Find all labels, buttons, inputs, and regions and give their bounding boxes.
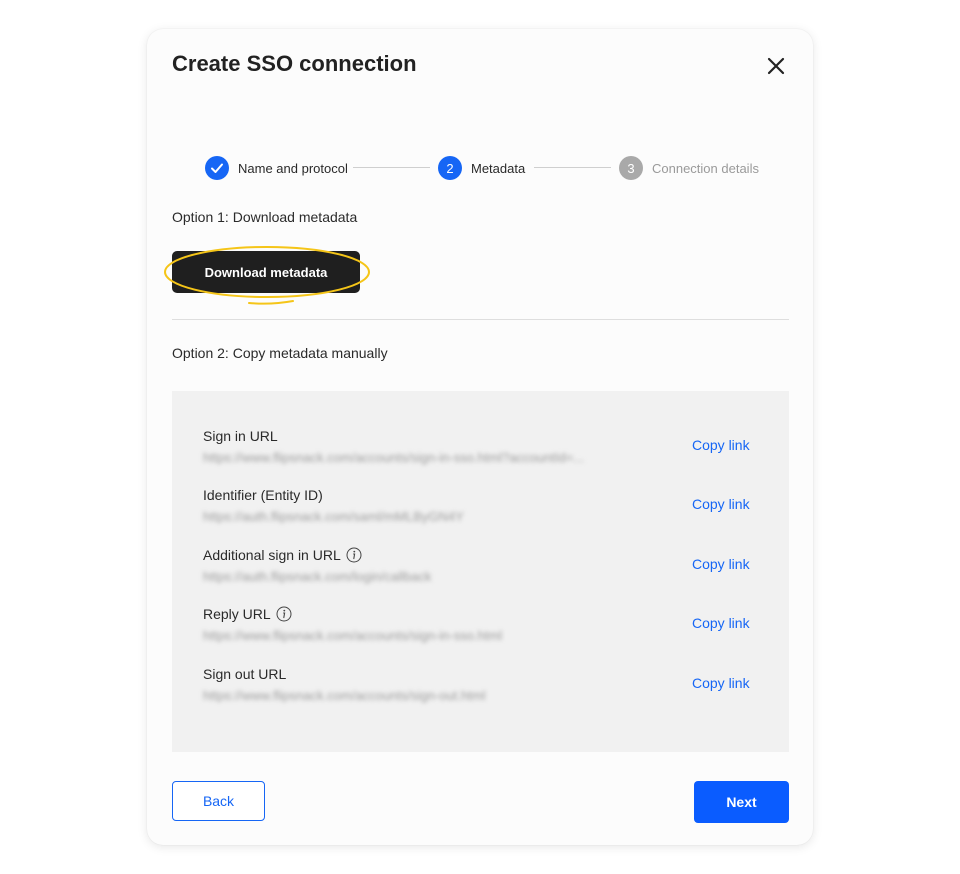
- copy-link-identifier[interactable]: Copy link: [692, 496, 750, 512]
- step-connector: [534, 167, 611, 168]
- metadata-label: Reply URL: [203, 606, 292, 622]
- close-button[interactable]: [763, 53, 789, 79]
- back-button[interactable]: Back: [172, 781, 265, 821]
- metadata-value: https://auth.flipsnack.com/login/callbac…: [203, 569, 432, 584]
- metadata-panel: Sign in URL https://www.flipsnack.com/ac…: [172, 391, 789, 752]
- step-metadata: 2 Metadata: [438, 155, 525, 181]
- metadata-label: Identifier (Entity ID): [203, 487, 323, 503]
- copy-link-sign-out-url[interactable]: Copy link: [692, 675, 750, 691]
- info-icon[interactable]: [276, 606, 292, 622]
- metadata-label-text: Reply URL: [203, 606, 271, 622]
- metadata-row-sign-out-url: Sign out URL https://www.flipsnack.com/a…: [203, 666, 763, 710]
- metadata-label-text: Identifier (Entity ID): [203, 487, 323, 503]
- metadata-value: https://www.flipsnack.com/accounts/sign-…: [203, 450, 585, 465]
- metadata-value: https://auth.flipsnack.com/saml/mMLByGN4…: [203, 509, 464, 524]
- step-3-circle: 3: [619, 156, 643, 180]
- metadata-row-additional-sign-in-url: Additional sign in URL https://auth.flip…: [203, 547, 763, 591]
- next-button[interactable]: Next: [694, 781, 789, 823]
- copy-link-reply-url[interactable]: Copy link: [692, 615, 750, 631]
- metadata-label-text: Sign out URL: [203, 666, 287, 682]
- info-icon[interactable]: [346, 547, 362, 563]
- close-icon: [767, 57, 785, 75]
- dialog-title: Create SSO connection: [172, 51, 417, 76]
- metadata-label-text: Additional sign in URL: [203, 547, 341, 563]
- metadata-label-text: Sign in URL: [203, 428, 278, 444]
- option-2-title: Option 2: Copy metadata manually: [172, 345, 388, 361]
- step-2-label: Metadata: [471, 160, 526, 176]
- step-connector: [353, 167, 430, 168]
- section-divider: [172, 319, 789, 320]
- step-connection-details: 3 Connection details: [619, 155, 759, 181]
- download-metadata-button[interactable]: Download metadata: [172, 251, 360, 293]
- metadata-label: Sign out URL: [203, 666, 286, 682]
- metadata-value: https://www.flipsnack.com/accounts/sign-…: [203, 628, 503, 643]
- step-name-and-protocol: Name and protocol: [205, 155, 348, 181]
- option-1-title: Option 1: Download metadata: [172, 209, 358, 225]
- check-icon: [211, 163, 223, 173]
- step-3-label: Connection details: [652, 160, 759, 176]
- step-1-label: Name and protocol: [238, 160, 348, 176]
- metadata-value: https://www.flipsnack.com/accounts/sign-…: [203, 688, 486, 703]
- step-2-circle: 2: [438, 156, 462, 180]
- metadata-row-sign-in-url: Sign in URL https://www.flipsnack.com/ac…: [203, 428, 763, 472]
- copy-link-sign-in-url[interactable]: Copy link: [692, 437, 750, 453]
- copy-link-additional-sign-in-url[interactable]: Copy link: [692, 556, 750, 572]
- step-1-circle: [205, 156, 229, 180]
- metadata-row-identifier: Identifier (Entity ID) https://auth.flip…: [203, 487, 763, 531]
- stepper: Name and protocol 2 Metadata 3 Connectio…: [205, 155, 765, 181]
- metadata-label: Additional sign in URL: [203, 547, 362, 563]
- sso-dialog: Create SSO connection Name and protocol …: [147, 29, 813, 845]
- metadata-label: Sign in URL: [203, 428, 278, 444]
- metadata-row-reply-url: Reply URL https://www.flipsnack.com/acco…: [203, 606, 763, 650]
